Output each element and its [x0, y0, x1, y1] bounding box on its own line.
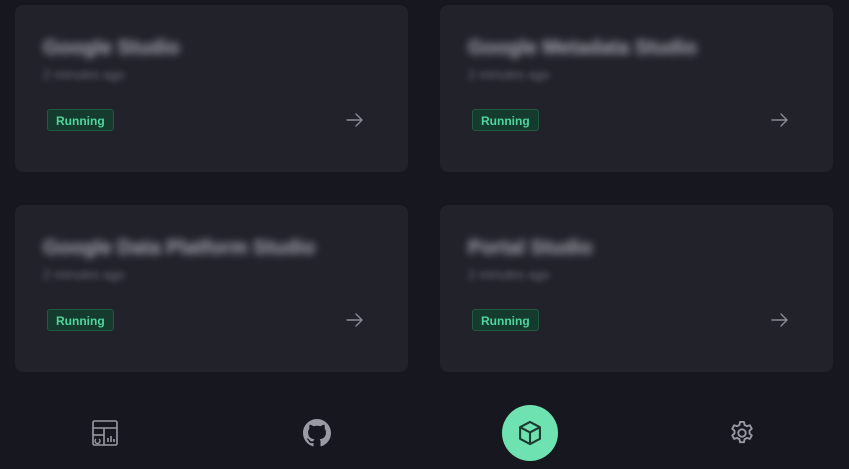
nav-apps-button[interactable] [502, 405, 558, 461]
cube-icon [519, 420, 541, 446]
app-root: Google Studio 2 minutes ago Running Goog… [0, 0, 849, 469]
nav-settings-button[interactable] [714, 405, 770, 461]
status-badge: Running [472, 109, 539, 131]
gear-icon [731, 420, 753, 444]
nav-dashboard-button[interactable] [77, 405, 133, 461]
nav-github-button[interactable] [289, 405, 345, 461]
status-badge: Running [472, 309, 539, 331]
arrow-right-icon[interactable] [346, 313, 364, 327]
app-card[interactable]: Portal Studio 2 minutes ago Running [440, 205, 833, 372]
bottom-nav [0, 400, 849, 469]
arrow-right-icon[interactable] [771, 313, 789, 327]
app-card[interactable]: Google Metadata Studio 2 minutes ago Run… [440, 5, 833, 172]
arrow-right-icon[interactable] [771, 113, 789, 127]
dashboard-icon [92, 420, 118, 446]
card-subtitle: 2 minutes ago [43, 267, 125, 282]
status-badge: Running [47, 309, 114, 331]
app-card[interactable]: Google Data Platform Studio 2 minutes ag… [15, 205, 408, 372]
card-subtitle: 2 minutes ago [43, 67, 125, 82]
github-icon [303, 419, 331, 447]
card-title: Google Data Platform Studio [43, 237, 316, 259]
card-subtitle: 2 minutes ago [468, 67, 550, 82]
app-card[interactable]: Google Studio 2 minutes ago Running [15, 5, 408, 172]
card-subtitle: 2 minutes ago [468, 267, 550, 282]
card-title: Portal Studio [468, 237, 593, 259]
arrow-right-icon[interactable] [346, 113, 364, 127]
card-title: Google Metadata Studio [468, 37, 697, 59]
status-badge: Running [47, 109, 114, 131]
card-title: Google Studio [43, 37, 180, 59]
